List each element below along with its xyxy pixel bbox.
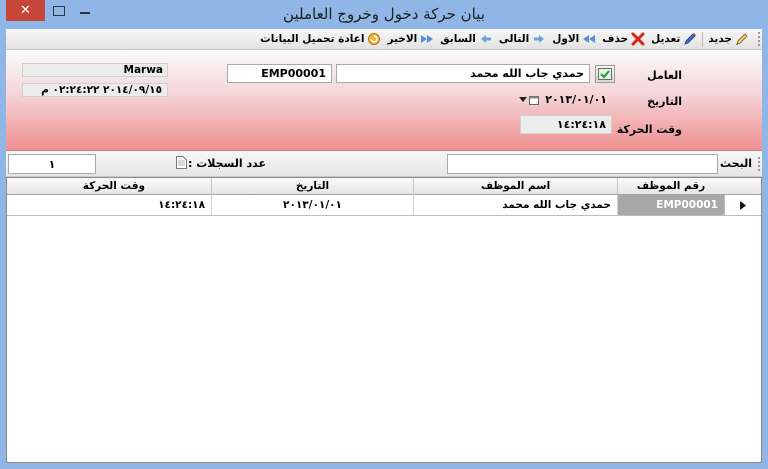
cell-employee-code[interactable]: EMP00001 [617,195,724,215]
employee-code-field[interactable]: EMP00001 [227,64,332,83]
last-button[interactable]: الاخير [384,30,437,49]
edit-label: تعديل [651,33,681,45]
searchbar-grip[interactable] [757,157,760,171]
reload-label: اعادة تحميل البيانات [260,33,365,45]
dropdown-arrow-icon[interactable] [519,96,528,103]
search-input[interactable] [447,154,718,174]
search-bar: البحث عدد السجلات : ١ [6,151,762,177]
reload-button[interactable]: اعادة تحميل البيانات [257,30,384,49]
pencil-icon [735,32,749,46]
date-value: ٢٠١٣/٠١/٠١ [545,93,607,106]
table-row[interactable]: EMP00001 حمدي جاب الله محمد ٢٠١٣/٠١/٠١ ١… [7,195,761,216]
last-arrow-icon [420,32,434,46]
records-count-field: ١ [8,154,96,174]
cell-time[interactable]: ١٤:٢٤:١٨ [7,195,211,215]
user-name: Marwa [123,64,164,76]
column-header-name[interactable]: اسم الموظف [413,178,617,195]
delete-x-icon [631,32,645,46]
previous-label: السابق [440,33,476,45]
records-grid: رقم الموظف اسم الموظف التاريخ وقت الحركة… [6,177,762,463]
column-header-date[interactable]: التاريخ [211,178,413,195]
toolbar-grip[interactable] [756,32,760,46]
document-icon [176,156,187,172]
record-header-panel: العامل حمدي جاب الله محمد EMP00001 التار… [6,50,762,151]
new-button[interactable]: جديد [705,30,752,49]
reload-icon [367,32,381,46]
column-header-time[interactable]: وقت الحركة [7,178,211,195]
next-button[interactable]: التالى [496,30,549,49]
user-name-field: Marwa [22,63,168,77]
employee-lookup-button[interactable] [595,65,615,83]
search-label: البحث [720,157,752,170]
column-header-time-label: وقت الحركة [82,180,145,192]
edit-button[interactable]: تعديل [648,30,700,49]
delete-label: حذف [602,33,629,45]
first-button[interactable]: الاول [549,30,599,49]
row-indicator[interactable] [724,195,761,215]
edit-pen-icon [683,32,697,46]
timestamp-field: ٢٠١٤/٠٩/١٥ ٠٢:٢٤:٢٢ م [22,83,168,97]
next-label: التالى [498,33,530,45]
last-label: الاخير [387,33,418,45]
previous-button[interactable]: السابق [437,30,496,49]
check-icon [598,68,612,80]
new-label: جديد [708,33,732,45]
window-title: بيان حركة دخول وخروج العاملين [283,5,485,23]
title-bar[interactable]: ✕ بيان حركة دخول وخروج العاملين [0,0,768,29]
toolbar: جديد تعديل حذف الاول التالى السابق الاخي… [6,29,762,50]
employee-label: العامل [647,69,682,82]
column-header-code[interactable]: رقم الموظف [617,178,724,195]
time-field[interactable]: ١٤:٢٤:١٨ [520,115,612,134]
current-row-arrow-icon [740,200,746,210]
date-label: التاريخ [647,95,682,108]
row-header-corner [724,178,761,195]
first-label: الاول [552,33,580,45]
date-picker[interactable]: ٢٠١٣/٠١/٠١ [519,90,612,109]
previous-arrow-icon [479,32,493,46]
calendar-icon [529,95,540,105]
grid-header: رقم الموظف اسم الموظف التاريخ وقت الحركة [7,178,761,195]
next-arrow-icon [532,32,546,46]
client-area: جديد تعديل حذف الاول التالى السابق الاخي… [6,29,762,463]
time-label: وقت الحركة [616,123,682,136]
cell-date[interactable]: ٢٠١٣/٠١/٠١ [211,195,413,215]
delete-button[interactable]: حذف [599,30,648,49]
toolbar-separator [702,31,704,47]
app-window: ✕ بيان حركة دخول وخروج العاملين جديد تعد… [0,0,768,469]
cell-employee-name[interactable]: حمدي جاب الله محمد [413,195,617,215]
first-arrow-icon [582,32,596,46]
employee-name-field[interactable]: حمدي جاب الله محمد [336,64,590,83]
